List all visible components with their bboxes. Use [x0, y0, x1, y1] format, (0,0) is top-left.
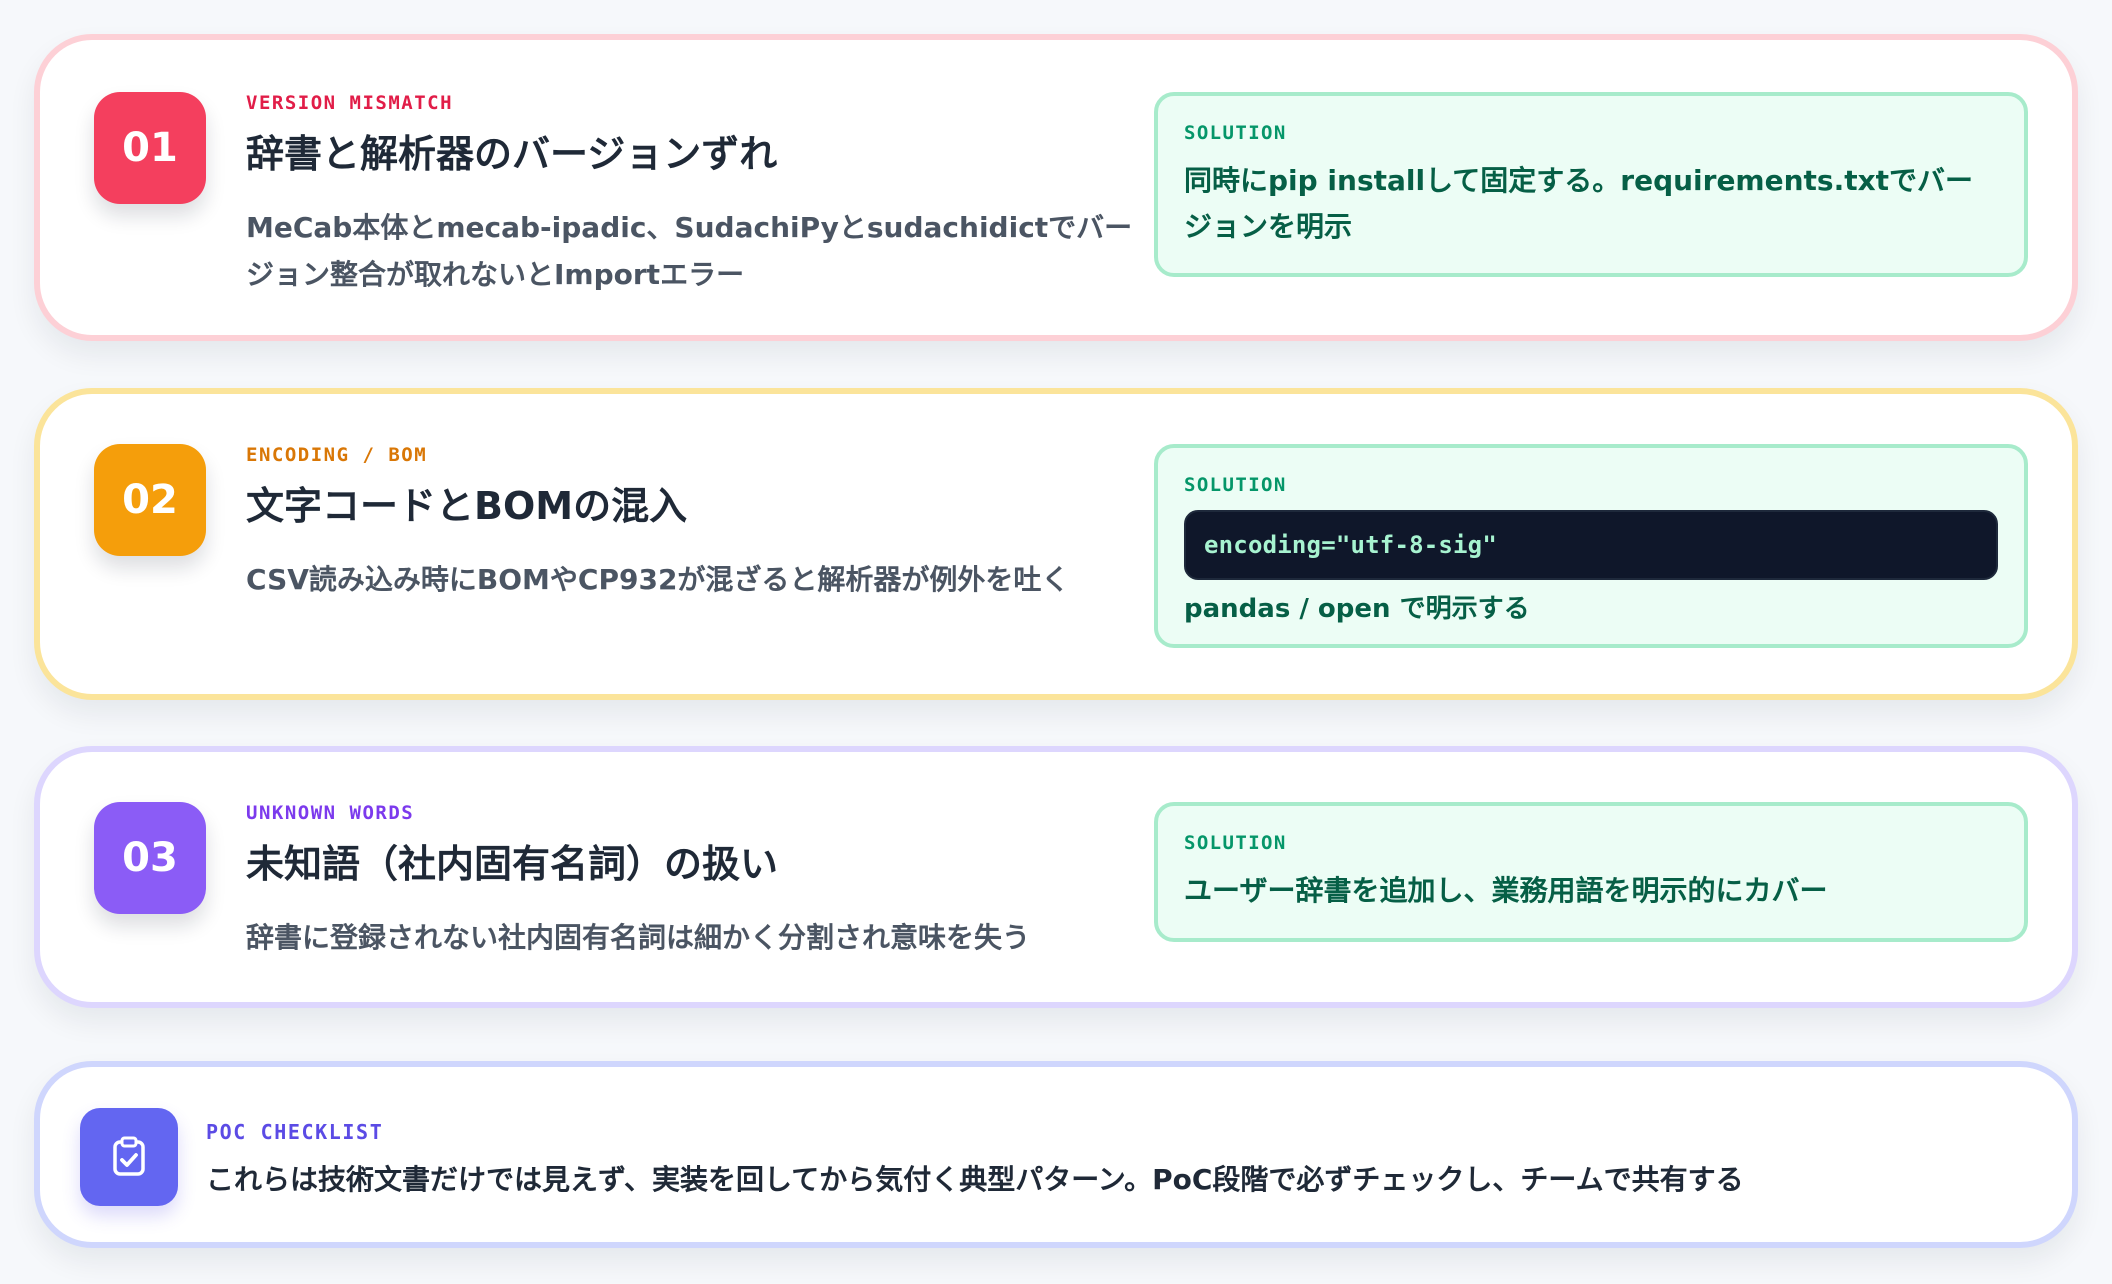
- issue-title: 辞書と解析器のバージョンずれ: [246, 132, 778, 176]
- issue-description: 辞書に登録されない社内固有名詞は細かく分割され意味を失う: [246, 920, 1031, 954]
- issue-number-badge: 01: [94, 92, 206, 204]
- checklist-label: POC CHECKLIST: [206, 1120, 384, 1144]
- issue-number-badge: 02: [94, 444, 206, 556]
- clipboard-check-icon: [80, 1108, 178, 1206]
- issue-number-badge: 03: [94, 802, 206, 914]
- issue-card-encoding-bom: 02 ENCODING / BOM 文字コードとBOMの混入 CSV読み込み時に…: [34, 388, 2078, 700]
- solution-label: SOLUTION: [1184, 122, 1287, 144]
- solution-text: pandas / open で明示する: [1184, 594, 1530, 624]
- checklist-copy: POC CHECKLIST これらは技術文書だけでは見えず、実装を回してから気付…: [206, 1120, 2006, 1198]
- issue-card-version-mismatch: 01 VERSION MISMATCH 辞書と解析器のバージョンずれ MeCab…: [34, 34, 2078, 341]
- issue-summary: ENCODING / BOM 文字コードとBOMの混入 CSV読み込み時にBOM…: [246, 444, 1146, 603]
- issue-category: UNKNOWN WORDS: [246, 802, 415, 824]
- solution-panel: SOLUTION 同時にpip installして固定する。requiremen…: [1154, 92, 2028, 277]
- poc-checklist-card: POC CHECKLIST これらは技術文書だけでは見えず、実装を回してから気付…: [34, 1061, 2078, 1248]
- solution-panel: SOLUTION encoding="utf-8-sig" pandas / o…: [1154, 444, 2028, 648]
- issue-description: CSV読み込み時にBOMやCP932が混ざると解析器が例外を吐く: [246, 562, 1070, 596]
- solution-label: SOLUTION: [1184, 832, 1287, 854]
- solution-text: 同時にpip installして固定する。requirements.txtでバー…: [1184, 164, 1974, 244]
- troubleshooting-page: 01 VERSION MISMATCH 辞書と解析器のバージョンずれ MeCab…: [0, 0, 2112, 1284]
- solution-text: ユーザー辞書を追加し、業務用語を明示的にカバー: [1184, 874, 1828, 907]
- issue-summary: VERSION MISMATCH 辞書と解析器のバージョンずれ MeCab本体と…: [246, 92, 1146, 299]
- checklist-text: これらは技術文書だけでは見えず、実装を回してから気付く典型パターン。PoC段階で…: [206, 1163, 1744, 1196]
- issue-card-unknown-words: 03 UNKNOWN WORDS 未知語（社内固有名詞）の扱い 辞書に登録されな…: [34, 746, 2078, 1008]
- solution-panel: SOLUTION ユーザー辞書を追加し、業務用語を明示的にカバー: [1154, 802, 2028, 942]
- solution-label: SOLUTION: [1184, 474, 1287, 496]
- issue-category: VERSION MISMATCH: [246, 92, 454, 114]
- issue-category: ENCODING / BOM: [246, 444, 428, 466]
- issue-summary: UNKNOWN WORDS 未知語（社内固有名詞）の扱い 辞書に登録されない社内…: [246, 802, 1146, 961]
- issue-title: 文字コードとBOMの混入: [246, 484, 688, 528]
- code-text: encoding="utf-8-sig": [1204, 531, 1497, 559]
- issue-description: MeCab本体とmecab-ipadic、SudachiPyとsudachidi…: [246, 210, 1133, 292]
- issue-title: 未知語（社内固有名詞）の扱い: [246, 842, 779, 886]
- code-snippet[interactable]: encoding="utf-8-sig": [1184, 510, 1998, 580]
